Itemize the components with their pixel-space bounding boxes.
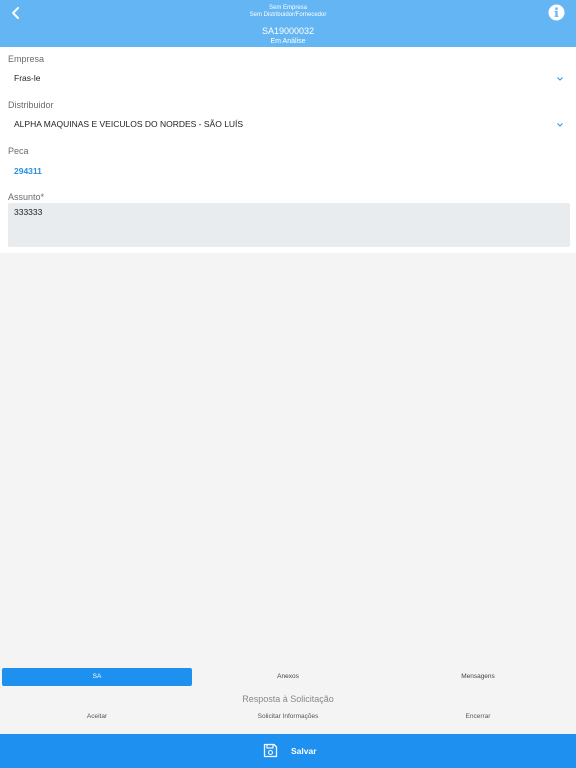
chevron-down-icon	[557, 123, 563, 127]
status-label: Em Análise	[270, 38, 306, 45]
tab-mensagens[interactable]: Mensagens	[383, 668, 573, 686]
tab-bar: SA Anexos Mensagens	[0, 667, 576, 688]
assunto-textarea[interactable]: 333333	[8, 203, 570, 247]
distribuidor-select[interactable]: ALPHA MAQUINAS E VEICULOS DO NORDES - SÃ…	[0, 114, 576, 134]
header-supplier: Sem Distribuidor/Fornecedor	[249, 12, 327, 18]
peca-link[interactable]: 294311	[14, 166, 42, 176]
tab-anexos[interactable]: Anexos	[193, 668, 383, 686]
top-bar: Sem Empresa Sem Distribuidor/Fornecedor …	[0, 0, 576, 47]
close-request-button[interactable]: Encerrar	[383, 711, 573, 723]
empresa-label: Empresa	[8, 54, 45, 64]
assunto-label: Assunto*	[8, 192, 45, 202]
empresa-value: Fras-le	[14, 73, 41, 83]
tab-sa[interactable]: SA	[2, 668, 192, 686]
page-title: SA19000032	[261, 26, 315, 36]
distribuidor-label: Distribuidor	[8, 100, 54, 110]
response-title: Resposta à Solicitação	[242, 694, 334, 704]
app-root: Sem Empresa Sem Distribuidor/Fornecedor …	[0, 0, 576, 768]
sa-form: Empresa Fras-le Distribuidor ALPHA MAQUI…	[0, 47, 576, 253]
header-company: Sem Empresa	[268, 5, 307, 11]
floppy-disk-icon	[263, 743, 278, 758]
chevron-down-icon	[557, 77, 563, 81]
empresa-select[interactable]: Fras-le	[0, 68, 576, 88]
response-actions: Aceitar Solicitar Informações Encerrar	[0, 711, 576, 725]
info-button[interactable]	[548, 4, 565, 21]
accept-button[interactable]: Aceitar	[2, 711, 192, 723]
peca-label: Peca	[8, 146, 29, 156]
save-button[interactable]: Salvar	[0, 734, 576, 768]
save-label: Salvar	[291, 746, 317, 756]
distribuidor-value: ALPHA MAQUINAS E VEICULOS DO NORDES - SÃ…	[14, 119, 244, 129]
info-icon	[548, 4, 565, 21]
request-info-button[interactable]: Solicitar Informações	[193, 711, 383, 723]
